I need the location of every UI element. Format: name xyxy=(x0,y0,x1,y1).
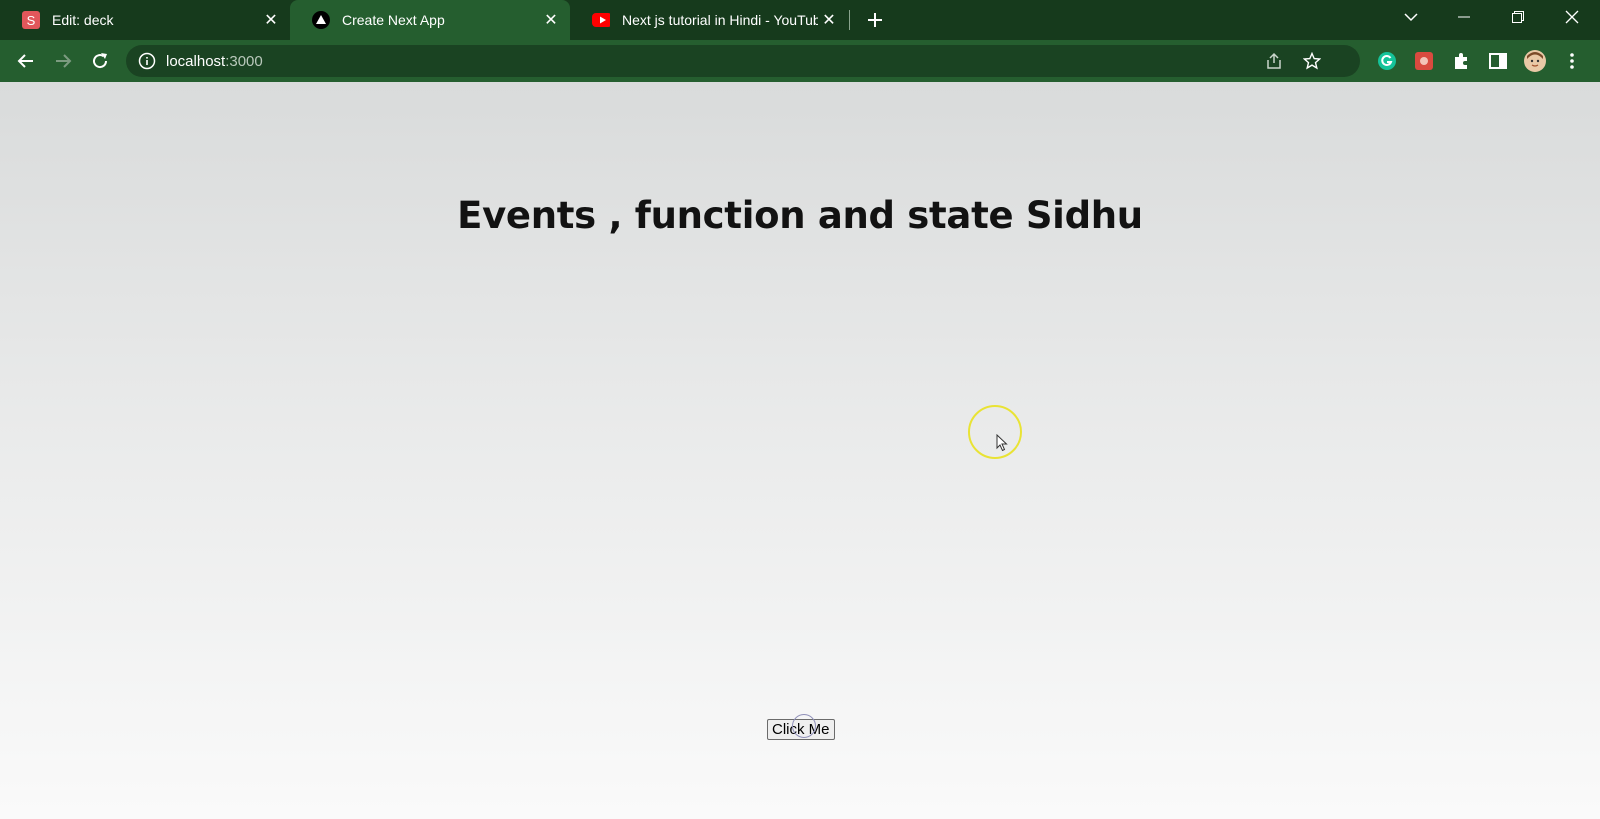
grammarly-extension-button[interactable] xyxy=(1372,46,1402,76)
share-icon[interactable] xyxy=(1264,51,1284,71)
youtube-icon xyxy=(592,11,610,29)
tab-strip: S Edit: deck ✕ Create Next App ✕ Next js… xyxy=(0,0,1600,40)
bookmark-star-icon[interactable] xyxy=(1302,51,1322,71)
page-viewport: Events , function and state Sidhu Click … xyxy=(0,82,1600,819)
extension-red-button[interactable] xyxy=(1409,46,1439,76)
tab-search-button[interactable] xyxy=(1388,0,1434,34)
close-window-button[interactable] xyxy=(1549,0,1595,34)
new-tab-button[interactable] xyxy=(862,7,888,33)
reload-button[interactable] xyxy=(85,46,115,76)
extensions-button[interactable] xyxy=(1446,46,1476,76)
tab-label: Create Next App xyxy=(342,12,445,28)
arrow-left-icon xyxy=(17,54,33,68)
tab-youtube[interactable]: Next js tutorial in Hindi - YouTube ✕ xyxy=(570,0,848,40)
tab-label: Next js tutorial in Hindi - YouTube xyxy=(622,12,818,28)
tab-separator xyxy=(849,10,850,30)
restore-button[interactable] xyxy=(1495,0,1541,34)
plus-icon xyxy=(868,13,882,27)
svg-text:S: S xyxy=(27,13,36,28)
more-vert-icon xyxy=(1570,53,1574,69)
info-icon[interactable] xyxy=(138,52,156,70)
grammarly-icon xyxy=(1378,52,1396,70)
address-bar[interactable]: localhost:3000 xyxy=(126,45,1360,77)
close-icon[interactable]: ✕ xyxy=(540,9,562,31)
side-panel-icon xyxy=(1489,53,1507,69)
chevron-down-icon xyxy=(1404,13,1418,22)
back-button[interactable] xyxy=(11,46,41,76)
menu-button[interactable] xyxy=(1557,46,1587,76)
avatar-icon xyxy=(1524,50,1546,72)
close-icon[interactable]: ✕ xyxy=(260,9,282,31)
arrow-right-icon xyxy=(56,54,72,68)
forward-button[interactable] xyxy=(48,46,78,76)
url-text: localhost:3000 xyxy=(166,53,263,70)
click-ripple-ring xyxy=(792,714,816,738)
url-host: localhost xyxy=(166,52,226,70)
slides-s-icon: S xyxy=(22,11,40,29)
tab-edit-deck[interactable]: S Edit: deck ✕ xyxy=(0,0,290,40)
tab-label: Edit: deck xyxy=(52,12,114,28)
tab-create-next-app[interactable]: Create Next App ✕ xyxy=(290,0,570,40)
nextjs-triangle-icon xyxy=(312,11,330,29)
reload-icon xyxy=(93,53,108,69)
url-port: :3000 xyxy=(225,52,263,70)
mouse-pointer-icon xyxy=(996,434,1008,452)
minimize-icon xyxy=(1458,16,1470,18)
puzzle-icon xyxy=(1455,53,1467,69)
close-icon xyxy=(1565,10,1579,24)
restore-icon xyxy=(1512,11,1524,23)
close-icon[interactable]: ✕ xyxy=(818,9,840,31)
cursor-highlight-ring xyxy=(968,405,1022,459)
page-heading: Events , function and state Sidhu xyxy=(457,194,1143,237)
red-extension-icon xyxy=(1415,52,1433,70)
profile-avatar[interactable] xyxy=(1520,46,1550,76)
browser-toolbar: localhost:3000 xyxy=(0,40,1600,82)
minimize-button[interactable] xyxy=(1441,0,1487,34)
side-panel-button[interactable] xyxy=(1483,46,1513,76)
